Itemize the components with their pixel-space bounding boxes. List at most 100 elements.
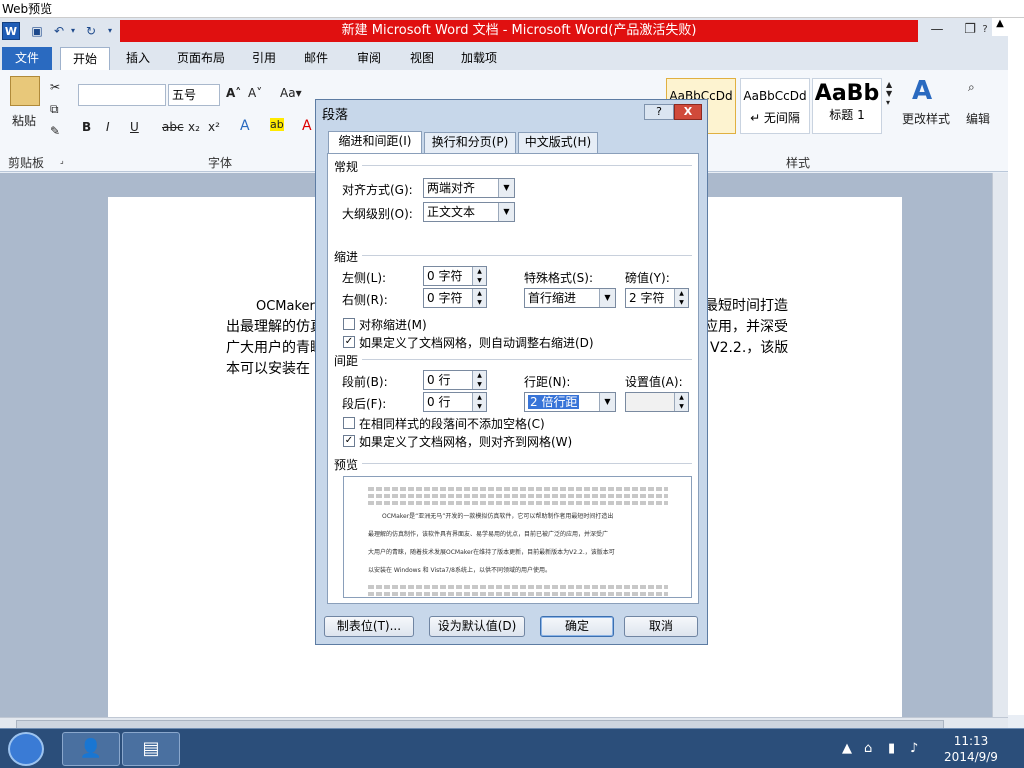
paste-icon[interactable]: [10, 76, 40, 106]
snap-to-grid-checkbox[interactable]: ✓: [343, 435, 355, 447]
tray-network-icon[interactable]: ▮: [888, 741, 895, 756]
tab-mailings[interactable]: 邮件: [296, 47, 336, 70]
taskbar-app-user-icon[interactable]: 👤: [62, 732, 120, 766]
separator: [362, 165, 692, 166]
clipboard-launcher-icon[interactable]: ⌟: [60, 156, 64, 165]
dialog-close-button[interactable]: X: [674, 104, 702, 120]
spinner-arrows-icon[interactable]: ▲ ▼: [472, 393, 486, 411]
bold-icon[interactable]: B: [82, 120, 91, 134]
shrink-font-icon[interactable]: A˅: [248, 86, 262, 100]
tab-addins[interactable]: 加载项: [454, 47, 504, 70]
auto-right-indent-checkbox[interactable]: ✓: [343, 336, 355, 348]
tab-references[interactable]: 引用: [244, 47, 284, 70]
tab-insert[interactable]: 插入: [118, 47, 158, 70]
tab-home[interactable]: 开始: [60, 47, 110, 70]
save-icon[interactable]: ▣: [28, 22, 46, 40]
ok-button[interactable]: 确定: [540, 616, 614, 637]
find-icon[interactable]: ⌕: [968, 80, 975, 95]
chevron-down-icon: ▼: [498, 203, 514, 221]
space-after-spinner[interactable]: 0 行 ▲ ▼: [423, 392, 487, 412]
style-no-spacing-sample: AaBbCcDd: [743, 89, 807, 103]
tabs-button[interactable]: 制表位(T)...: [324, 616, 414, 637]
spacing-at-spinner[interactable]: ▲ ▼: [625, 392, 689, 412]
doc-line-2: 出最理解的仿真: [226, 319, 324, 335]
change-styles-button[interactable]: 更改样式: [902, 110, 950, 127]
minimize-icon[interactable]: —: [922, 20, 952, 40]
tray-volume-icon[interactable]: ♪: [910, 741, 918, 756]
vertical-scrollbar[interactable]: [992, 173, 1008, 717]
start-button[interactable]: [8, 732, 44, 766]
style-no-spacing[interactable]: AaBbCcDd ↵ 无间隔: [740, 78, 810, 134]
tab-page-layout[interactable]: 页面布局: [170, 47, 232, 70]
separator: [362, 463, 692, 464]
styles-scroll-icon[interactable]: ▲ ▼ ▾: [886, 80, 892, 107]
spinner-arrows-icon[interactable]: ▲ ▼: [472, 289, 486, 307]
word-logo-icon[interactable]: W: [2, 22, 20, 40]
copy-icon[interactable]: ⧉: [50, 102, 59, 117]
tray-device-icon[interactable]: ⌂: [864, 741, 872, 756]
left-indent-spinner[interactable]: 0 字符 ▲ ▼: [423, 266, 487, 286]
right-indent-spinner[interactable]: 0 字符 ▲ ▼: [423, 288, 487, 308]
doc-line-2-right: 应用，并深受: [704, 319, 788, 335]
taskbar-clock[interactable]: 11:13 2014/9/9: [938, 733, 1004, 765]
underline-icon[interactable]: U: [130, 120, 139, 134]
redo-icon[interactable]: ↻: [82, 22, 100, 40]
space-after-label: 段后(F):: [342, 397, 387, 411]
tab-review[interactable]: 审阅: [348, 47, 390, 70]
mirror-indent-checkbox[interactable]: [343, 318, 355, 330]
superscript-icon[interactable]: x²: [208, 120, 220, 134]
preview-line-3: 大用户的青睐，随着技术发展OCMaker在维持了版本更新，目前最新版本为V2.2…: [368, 549, 615, 556]
indent-by-spinner[interactable]: 2 字符 ▲ ▼: [625, 288, 689, 308]
alignment-value: 两端对齐: [427, 181, 476, 195]
line-spacing-select[interactable]: 2 倍行距 ▼: [524, 392, 616, 412]
spinner-arrows-icon[interactable]: ▲ ▼: [674, 393, 688, 411]
tray-expand-icon[interactable]: ▲: [842, 741, 852, 756]
alignment-select[interactable]: 两端对齐 ▼: [423, 178, 515, 198]
set-default-button[interactable]: 设为默认值(D): [429, 616, 525, 637]
font-name-box[interactable]: [78, 84, 166, 106]
tab-view[interactable]: 视图: [402, 47, 442, 70]
dialog-help-button[interactable]: ?: [644, 104, 674, 120]
taskbar-app-document-icon[interactable]: ▤: [122, 732, 180, 766]
highlight-icon[interactable]: ab: [270, 118, 284, 131]
tab-line-page-breaks[interactable]: 换行和分页(P): [424, 132, 516, 153]
right-indent-value: 0 字符: [427, 291, 463, 305]
grow-font-icon[interactable]: A˄: [226, 86, 241, 100]
format-painter-icon[interactable]: ✎: [50, 124, 60, 138]
doc-line-1-right: 最短时间打造: [704, 298, 788, 314]
customize-qat-icon[interactable]: ▾: [104, 22, 116, 40]
ribbon-minimize-icon[interactable]: ▲: [992, 18, 1008, 36]
strikethrough-icon[interactable]: abc: [162, 120, 184, 134]
undo-dropdown-icon[interactable]: ▾: [68, 22, 78, 40]
font-size-box[interactable]: 五号: [168, 84, 220, 106]
change-case-icon[interactable]: Aa▾: [280, 86, 302, 100]
special-indent-select[interactable]: 首行缩进 ▼: [524, 288, 616, 308]
outline-level-label: 大纲级别(O):: [342, 207, 413, 221]
tab-indents-spacing[interactable]: 缩进和间距(I): [328, 131, 422, 154]
font-color-icon[interactable]: A: [302, 118, 312, 134]
spinner-arrows-icon[interactable]: ▲ ▼: [674, 289, 688, 307]
text-effects-icon[interactable]: A: [240, 118, 250, 134]
spinner-arrows-icon[interactable]: ▲ ▼: [472, 371, 486, 389]
style-heading1[interactable]: AaBb 标题 1: [812, 78, 882, 134]
space-before-spinner[interactable]: 0 行 ▲ ▼: [423, 370, 487, 390]
spinner-arrows-icon[interactable]: ▲ ▼: [472, 267, 486, 285]
italic-icon[interactable]: I: [106, 120, 110, 134]
special-indent-value: 首行缩进: [528, 291, 577, 305]
tab-file[interactable]: 文件: [2, 47, 52, 70]
chevron-down-icon: ▼: [599, 393, 615, 411]
doc-line-3-right: V2.2.，该版: [710, 340, 789, 356]
outline-level-select[interactable]: 正文文本 ▼: [423, 202, 515, 222]
line-spacing-value: 2 倍行距: [528, 395, 580, 409]
tab-asian-typography[interactable]: 中文版式(H): [518, 132, 598, 153]
subscript-icon[interactable]: x₂: [188, 120, 200, 134]
paste-button[interactable]: 粘贴: [12, 112, 36, 129]
preview-line-4: 以安装在 Windows 和 Vista7/8系统上，以供不同领域的用户使用。: [368, 567, 551, 574]
undo-icon[interactable]: ↶: [50, 22, 68, 40]
no-space-same-style-checkbox[interactable]: [343, 417, 355, 429]
cut-icon[interactable]: ✂: [50, 80, 60, 94]
help-icon[interactable]: ?: [978, 20, 992, 40]
change-styles-icon[interactable]: A: [912, 76, 932, 106]
edit-button[interactable]: 编辑: [966, 110, 990, 127]
cancel-button[interactable]: 取消: [624, 616, 698, 637]
